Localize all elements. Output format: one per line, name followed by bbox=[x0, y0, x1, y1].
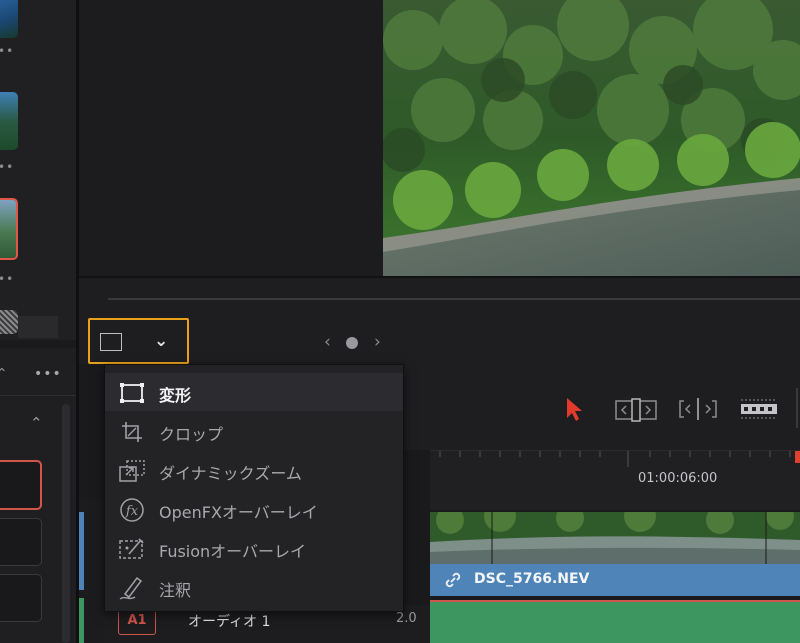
toolbar-divider bbox=[796, 388, 798, 428]
thumbnail-dots: •• bbox=[0, 160, 15, 174]
menu-item-label: ダイナミックズーム bbox=[159, 464, 302, 483]
viewer-scrubber[interactable] bbox=[108, 298, 800, 300]
audio-track-indicator bbox=[79, 598, 84, 643]
openfx-icon: fx bbox=[120, 498, 144, 522]
bin-item[interactable] bbox=[0, 574, 42, 622]
timeline-ruler[interactable]: 01:00:06:00 bbox=[430, 450, 800, 510]
thumbnail-dots: •• bbox=[0, 44, 15, 58]
panel-scrollbar[interactable] bbox=[62, 404, 70, 643]
overlay-mode-selector[interactable]: ⌄ bbox=[88, 318, 189, 364]
audio-clip-edge bbox=[430, 600, 800, 602]
menu-item-fusion-overlay[interactable]: Fusionオーバーレイ bbox=[105, 529, 403, 567]
media-thumbnail[interactable] bbox=[0, 310, 18, 334]
annotation-pen-icon bbox=[119, 576, 143, 600]
transform-icon bbox=[120, 383, 144, 403]
video-track-indicator bbox=[79, 512, 84, 590]
menu-item-crop[interactable]: クロップ bbox=[105, 412, 403, 450]
panel-header: ⌃ ••• bbox=[0, 356, 76, 396]
media-thumbnail-selected[interactable] bbox=[0, 198, 18, 260]
blade-icon[interactable] bbox=[740, 398, 778, 420]
transform-icon bbox=[100, 333, 122, 351]
menu-item-dynamic-zoom[interactable]: ダイナミックズーム bbox=[105, 451, 403, 489]
track-id-badge[interactable]: A1 bbox=[118, 609, 156, 635]
media-thumbnail[interactable] bbox=[0, 92, 18, 150]
thumbnail-dots: •• bbox=[0, 272, 15, 286]
bin-item-selected[interactable] bbox=[0, 460, 42, 510]
trim-icon[interactable] bbox=[614, 398, 658, 422]
svg-text:fx: fx bbox=[125, 504, 139, 519]
selection-arrow-icon[interactable] bbox=[564, 396, 584, 422]
clip-name: DSC_5766.NEV bbox=[474, 571, 590, 587]
frame-dot-icon[interactable] bbox=[346, 337, 358, 349]
playhead-marker[interactable] bbox=[795, 451, 800, 463]
prev-frame-button[interactable]: ‹ bbox=[324, 332, 331, 352]
frame-navigation: ‹ › bbox=[322, 332, 392, 358]
media-thumbnail[interactable] bbox=[0, 0, 18, 38]
overlay-mode-menu: 変形 クロップ ダイナミックズーム fx OpenFXオーバーレイ Fusion… bbox=[104, 364, 404, 612]
menu-item-label: OpenFXオーバーレイ bbox=[159, 503, 318, 522]
track-name[interactable]: オーディオ 1 bbox=[188, 611, 270, 631]
viewer-image bbox=[383, 0, 800, 276]
menu-item-openfx-overlay[interactable]: fx OpenFXオーバーレイ bbox=[105, 490, 403, 528]
menu-item-label: Fusionオーバーレイ bbox=[159, 542, 307, 561]
menu-item-annotation[interactable]: 注釈 bbox=[105, 568, 403, 606]
menu-item-label: 注釈 bbox=[159, 581, 192, 600]
next-frame-button[interactable]: › bbox=[374, 332, 381, 352]
video-clip-thumbnails[interactable] bbox=[430, 512, 800, 564]
audio-clip[interactable] bbox=[430, 600, 800, 643]
bin-item[interactable] bbox=[0, 518, 42, 566]
media-pool-strip: •• •• •• bbox=[0, 0, 76, 340]
viewer-background bbox=[79, 0, 383, 276]
chevron-down-icon: ⌄ bbox=[154, 331, 169, 351]
collapse-chevron-icon[interactable]: ⌃ bbox=[30, 414, 43, 432]
more-options-icon[interactable]: ••• bbox=[34, 366, 62, 382]
timeline-toolbar bbox=[404, 364, 800, 450]
menu-item-label: クロップ bbox=[159, 425, 224, 444]
arrow-icon[interactable]: ⌃ bbox=[0, 366, 8, 382]
fusion-icon bbox=[119, 538, 144, 559]
dynamic-zoom-icon bbox=[119, 460, 145, 482]
link-icon bbox=[445, 572, 461, 588]
video-clip[interactable]: DSC_5766.NEV bbox=[430, 564, 800, 596]
ruler-ticks bbox=[439, 451, 791, 467]
dynamic-trim-icon[interactable] bbox=[678, 396, 718, 422]
ruler-timecode: 01:00:06:00 bbox=[638, 471, 718, 486]
menu-item-label: 変形 bbox=[159, 386, 192, 405]
menu-item-transform[interactable]: 変形 bbox=[105, 373, 403, 411]
clip-filmstrip bbox=[430, 512, 800, 564]
inspector-panel: ⌃ ••• ⌃ bbox=[0, 348, 76, 643]
thumbnail-caption bbox=[18, 316, 58, 338]
crop-icon bbox=[122, 422, 142, 442]
viewer-frame[interactable] bbox=[383, 0, 800, 276]
track-channel: 2.0 bbox=[396, 611, 417, 626]
